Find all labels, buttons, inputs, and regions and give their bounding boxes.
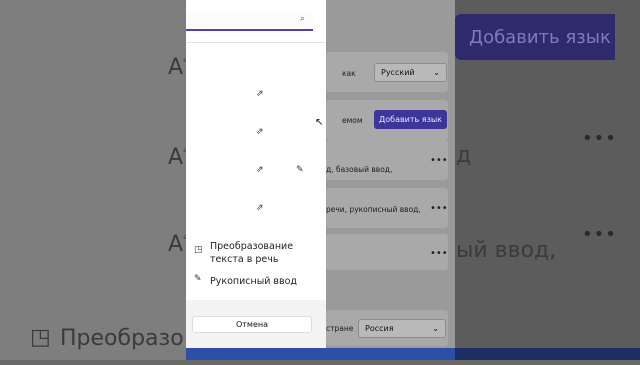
handwriting-icon: ✎: [296, 165, 304, 175]
feature-speech-icon: ⇗: [256, 127, 264, 137]
speech-icon: ◳: [194, 245, 203, 255]
background-tts-label: Преобразо: [60, 326, 184, 351]
country-value: Россия: [365, 324, 394, 333]
option-label-handwriting: Рукописный ввод: [210, 276, 297, 287]
chevron-down-icon: ⌄: [432, 324, 439, 333]
option-label-tts: Преобразование текста в речь: [210, 241, 294, 265]
more-options-icon: •••: [582, 224, 617, 245]
chevron-down-icon: ⌄: [433, 68, 440, 77]
more-options-icon: •••: [582, 128, 617, 149]
search-icon[interactable]: ⌕: [300, 14, 305, 24]
display-language-value: Русский: [381, 68, 415, 77]
settings-row-text: как: [342, 69, 356, 78]
language-features-text: д, базовый ввод,: [326, 165, 393, 174]
tts-icon: ◳: [30, 325, 51, 350]
display-language-select[interactable]: Русский ⌄: [374, 63, 447, 82]
language-icon: Aᵃ: [168, 232, 187, 257]
settings-row-text: емом: [342, 116, 363, 125]
language-icon: Aᵃ: [168, 145, 187, 170]
feature-speech-icon: ⇗: [256, 89, 264, 99]
more-options-icon[interactable]: •••: [430, 155, 448, 166]
background-fragment: ый ввод,: [456, 238, 557, 263]
feature-speech-icon: ⇗: [256, 203, 264, 213]
background-left: [0, 0, 186, 360]
more-options-icon[interactable]: •••: [430, 203, 448, 214]
language-icon: Aᵃ: [168, 55, 187, 80]
desktop-strip: [186, 348, 455, 360]
desktop-strip: [455, 348, 640, 360]
feature-speech-icon: ⇗: [256, 165, 264, 175]
mouse-cursor-icon: ↖: [315, 117, 324, 128]
cancel-button[interactable]: Отмена: [192, 316, 312, 333]
more-options-icon[interactable]: •••: [430, 248, 448, 259]
handwriting-icon: ✎: [194, 274, 202, 284]
language-features-text: речи, рукописный ввод,: [326, 205, 421, 214]
country-select[interactable]: Россия ⌄: [358, 319, 446, 338]
background-fragment: д: [456, 143, 472, 168]
add-language-button[interactable]: Добавить язык: [374, 110, 447, 129]
search-input[interactable]: [186, 11, 313, 31]
settings-row-text: стране: [326, 324, 354, 333]
divider: [186, 42, 326, 43]
background-add-language-button: Добавить язык: [455, 14, 615, 60]
